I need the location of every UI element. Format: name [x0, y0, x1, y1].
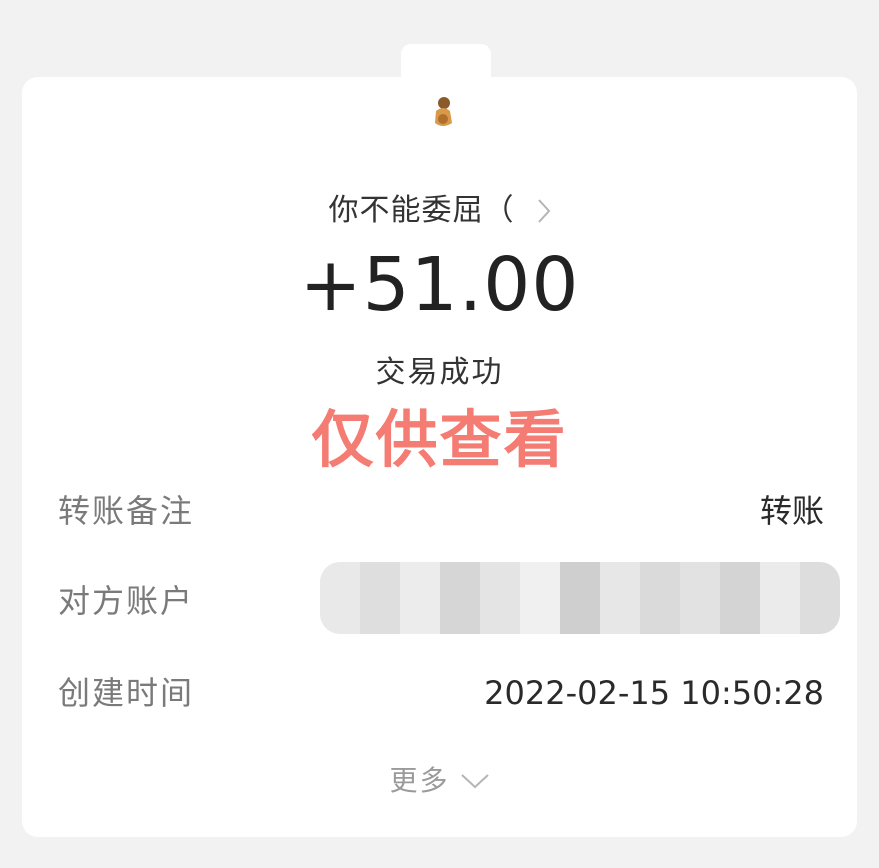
- account-redaction: [320, 562, 840, 634]
- created-time-row: 创建时间 2022-02-15 10:50:28: [58, 669, 824, 717]
- chevron-right-icon: [537, 199, 550, 223]
- chevron-down-icon: [460, 774, 489, 789]
- more-label: 更多: [389, 764, 450, 797]
- transaction-amount: +51.00: [299, 242, 580, 328]
- account-label: 对方账户: [58, 582, 195, 620]
- counterparty-name: 你不能委屈（: [328, 193, 515, 228]
- remark-label: 转账备注: [58, 492, 195, 530]
- created-time-label: 创建时间: [58, 674, 195, 712]
- counterparty-row[interactable]: 你不能委屈（: [0, 186, 879, 236]
- created-time-value: 2022-02-15 10:50:28: [484, 674, 824, 712]
- avatar-icon[interactable]: [430, 95, 456, 129]
- remark-value: 转账: [759, 492, 824, 530]
- more-button[interactable]: 更多: [0, 758, 879, 804]
- transaction-status: 交易成功: [375, 355, 504, 390]
- transaction-detail-page: 你不能委屈（ +51.00 交易成功 仅供查看 转账备注 转账 对方账户 创建时…: [0, 0, 879, 868]
- watermark-text: 仅供查看: [311, 403, 568, 476]
- remark-row: 转账备注 转账: [58, 487, 824, 535]
- avatar-tab: [401, 44, 491, 144]
